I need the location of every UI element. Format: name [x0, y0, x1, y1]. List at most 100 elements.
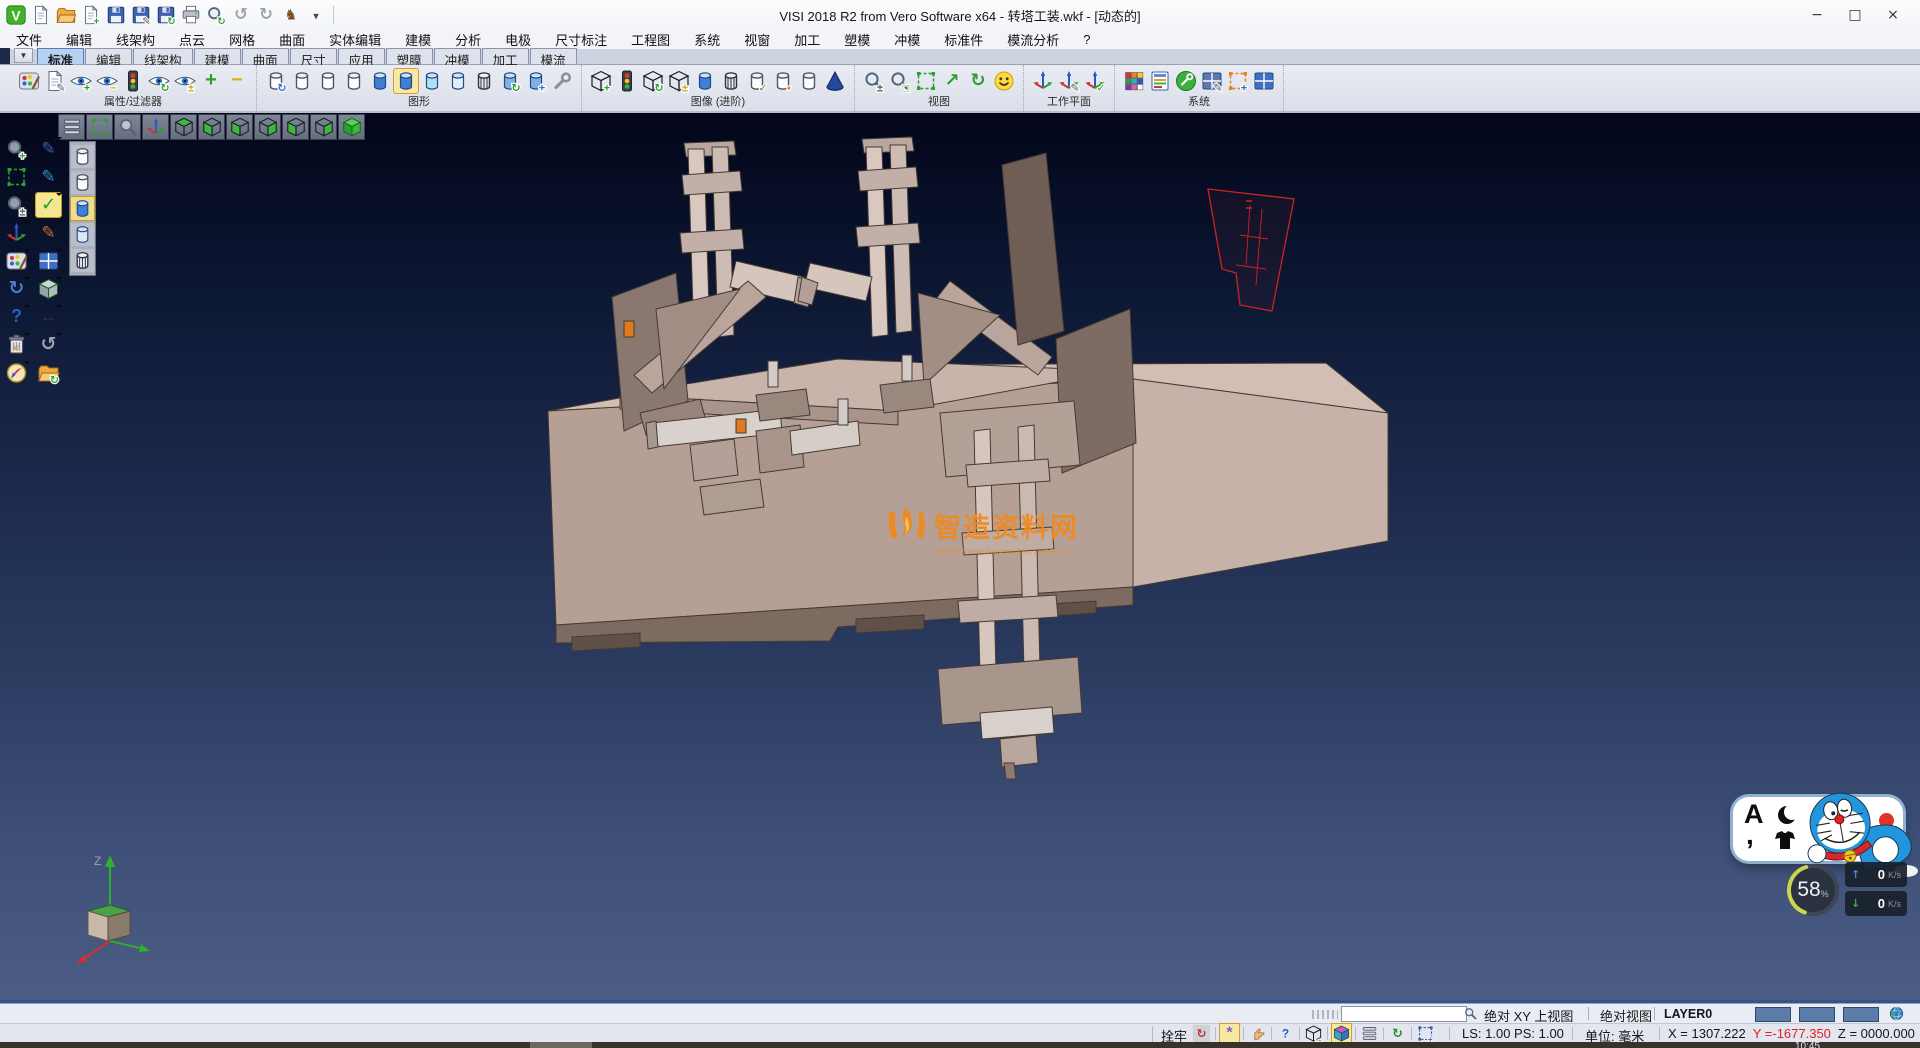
- toolbar-tab-7[interactable]: 塑膜: [386, 48, 433, 64]
- hatch-mode-button[interactable]: [472, 69, 496, 93]
- view-right-button[interactable]: [254, 114, 281, 140]
- toolbar-tab-8[interactable]: 冲模: [434, 48, 481, 64]
- selection-set-button[interactable]: +: [1226, 69, 1250, 93]
- download-speed[interactable]: ↓ 0 K/s: [1845, 891, 1907, 916]
- rotate-view-button[interactable]: ↻: [966, 69, 990, 93]
- print-button[interactable]: [180, 4, 202, 26]
- menu-item-8[interactable]: 分析: [443, 29, 493, 50]
- snap-solid-button[interactable]: →: [1304, 1024, 1323, 1043]
- solid-shaded-button[interactable]: [693, 69, 717, 93]
- solid-wireframe-button[interactable]: [719, 69, 743, 93]
- magic-select-button[interactable]: *: [1220, 1024, 1239, 1043]
- confirm-check-button[interactable]: ✓: [36, 193, 61, 217]
- globe-icon[interactable]: [1888, 1005, 1905, 1022]
- sketch-spline-button[interactable]: ✎: [36, 221, 61, 245]
- shaded-edges-mode-button[interactable]: [394, 69, 418, 93]
- solid-tag-button[interactable]: ▪: [771, 69, 795, 93]
- menu-item-6[interactable]: 实体编辑: [317, 29, 393, 50]
- zoom-selection-button[interactable]: □: [888, 69, 912, 93]
- hidden-line-mode-button[interactable]: [316, 69, 340, 93]
- render-translucent-button[interactable]: [71, 223, 94, 246]
- pick-tool-button[interactable]: [1248, 1024, 1267, 1043]
- ucs-cube-button[interactable]: [1332, 1024, 1351, 1043]
- layer-color-swatch-2[interactable]: [1843, 1007, 1879, 1022]
- menu-item-19[interactable]: ?: [1071, 31, 1102, 48]
- toolbar-tab-0[interactable]: 标准: [37, 48, 84, 64]
- restore-button[interactable]: □: [1836, 3, 1874, 27]
- cone-display-button[interactable]: [823, 69, 847, 93]
- filter-add-button[interactable]: +: [69, 69, 93, 93]
- level-list-button[interactable]: [1360, 1024, 1379, 1043]
- zoom-window-button[interactable]: [914, 69, 938, 93]
- filter-refresh-button[interactable]: ↻: [147, 69, 171, 93]
- wireframe-mode-button[interactable]: [290, 69, 314, 93]
- render-shaded-button[interactable]: [71, 197, 94, 220]
- open-file-button[interactable]: [55, 4, 77, 26]
- layers-toggle-button[interactable]: ±: [667, 69, 691, 93]
- solid-tools-button[interactable]: [36, 277, 61, 301]
- menu-item-11[interactable]: 工程图: [619, 29, 682, 50]
- import-file-button[interactable]: +: [80, 4, 102, 26]
- menu-item-14[interactable]: 加工: [782, 29, 832, 50]
- menu-item-4[interactable]: 网格: [217, 29, 267, 50]
- toolbar-tab-5[interactable]: 尺寸: [290, 48, 337, 64]
- save-as-button[interactable]: ✎: [130, 4, 152, 26]
- menu-item-15[interactable]: 塑模: [832, 29, 882, 50]
- refresh-view-button[interactable]: ↻: [4, 277, 29, 301]
- menu-item-2[interactable]: 线架构: [104, 29, 167, 50]
- view-front-button[interactable]: [282, 114, 309, 140]
- filter-toggle-button[interactable]: ±: [173, 69, 197, 93]
- help-button[interactable]: ?: [4, 305, 29, 329]
- graphics-settings-button[interactable]: [550, 69, 574, 93]
- table-config-button[interactable]: ✎: [1200, 69, 1224, 93]
- visi-logo-icon[interactable]: V: [5, 4, 27, 26]
- workplane-create-button[interactable]: [1031, 69, 1055, 93]
- grid-settings-button[interactable]: [1252, 69, 1276, 93]
- memory-usage-widget[interactable]: 58%: [1784, 861, 1842, 919]
- sketch-line-button[interactable]: ✎: [36, 137, 61, 161]
- render-hidden-button[interactable]: [71, 171, 94, 194]
- export-folder-button[interactable]: ↻: [36, 361, 61, 385]
- workplane-align-button[interactable]: ✓: [1083, 69, 1107, 93]
- filter-remove-button[interactable]: −: [95, 69, 119, 93]
- selection-filter-button[interactable]: [121, 69, 145, 93]
- shaded-mode-button[interactable]: [368, 69, 392, 93]
- regenerate-view-button[interactable]: ↻: [264, 69, 288, 93]
- zoom-scale-button[interactable]: ±: [4, 193, 29, 217]
- view-iso-button[interactable]: [338, 114, 365, 140]
- zoom-extents-button[interactable]: [86, 114, 113, 140]
- cad-model[interactable]: [0, 113, 1920, 1003]
- copy-attributes-button[interactable]: ✎: [43, 69, 67, 93]
- ghost-mode-button[interactable]: [446, 69, 470, 93]
- filter-minus-button[interactable]: −: [225, 69, 249, 93]
- context-help-button[interactable]: ?: [1276, 1024, 1295, 1043]
- layer-color-swatch-0[interactable]: [1755, 1007, 1791, 1022]
- menu-item-0[interactable]: 文件: [4, 29, 54, 50]
- ucs-button[interactable]: [142, 114, 169, 140]
- copy-graphics-button[interactable]: +: [524, 69, 548, 93]
- snap-lock-button[interactable]: ↻: [1192, 1024, 1211, 1043]
- window-grid-button[interactable]: [36, 249, 61, 273]
- toolbar-grip[interactable]: [1312, 1010, 1338, 1019]
- profile-settings-button[interactable]: [1148, 69, 1172, 93]
- dimension-button[interactable]: ↔: [36, 305, 61, 329]
- active-layer-label[interactable]: LAYER0: [1664, 1007, 1712, 1021]
- menu-item-17[interactable]: 标准件: [932, 29, 995, 50]
- zoom-dynamic-button[interactable]: [114, 114, 141, 140]
- color-table-button[interactable]: [1122, 69, 1146, 93]
- menu-item-16[interactable]: 冲模: [882, 29, 932, 50]
- menu-item-5[interactable]: 曲面: [267, 29, 317, 50]
- filter-plus-button[interactable]: +: [199, 69, 223, 93]
- workplane-edit-button[interactable]: ✎: [1057, 69, 1081, 93]
- minimize-button[interactable]: −: [1798, 3, 1836, 27]
- menu-item-9[interactable]: 电极: [493, 29, 543, 50]
- toolbar-tab-3[interactable]: 建模: [194, 48, 241, 64]
- undo-button[interactable]: ↺: [230, 4, 252, 26]
- layer-color-swatch-1[interactable]: [1799, 1007, 1835, 1022]
- zoom-inout-button[interactable]: ±: [862, 69, 886, 93]
- windows-taskbar-edge[interactable]: 10:45: [0, 1042, 1920, 1048]
- toolbar-tab-6[interactable]: 应用: [338, 48, 385, 64]
- view-top-button[interactable]: [170, 114, 197, 140]
- tab-dropdown-button[interactable]: ▼: [14, 48, 33, 63]
- macro-knight-button[interactable]: ♞: [280, 4, 302, 26]
